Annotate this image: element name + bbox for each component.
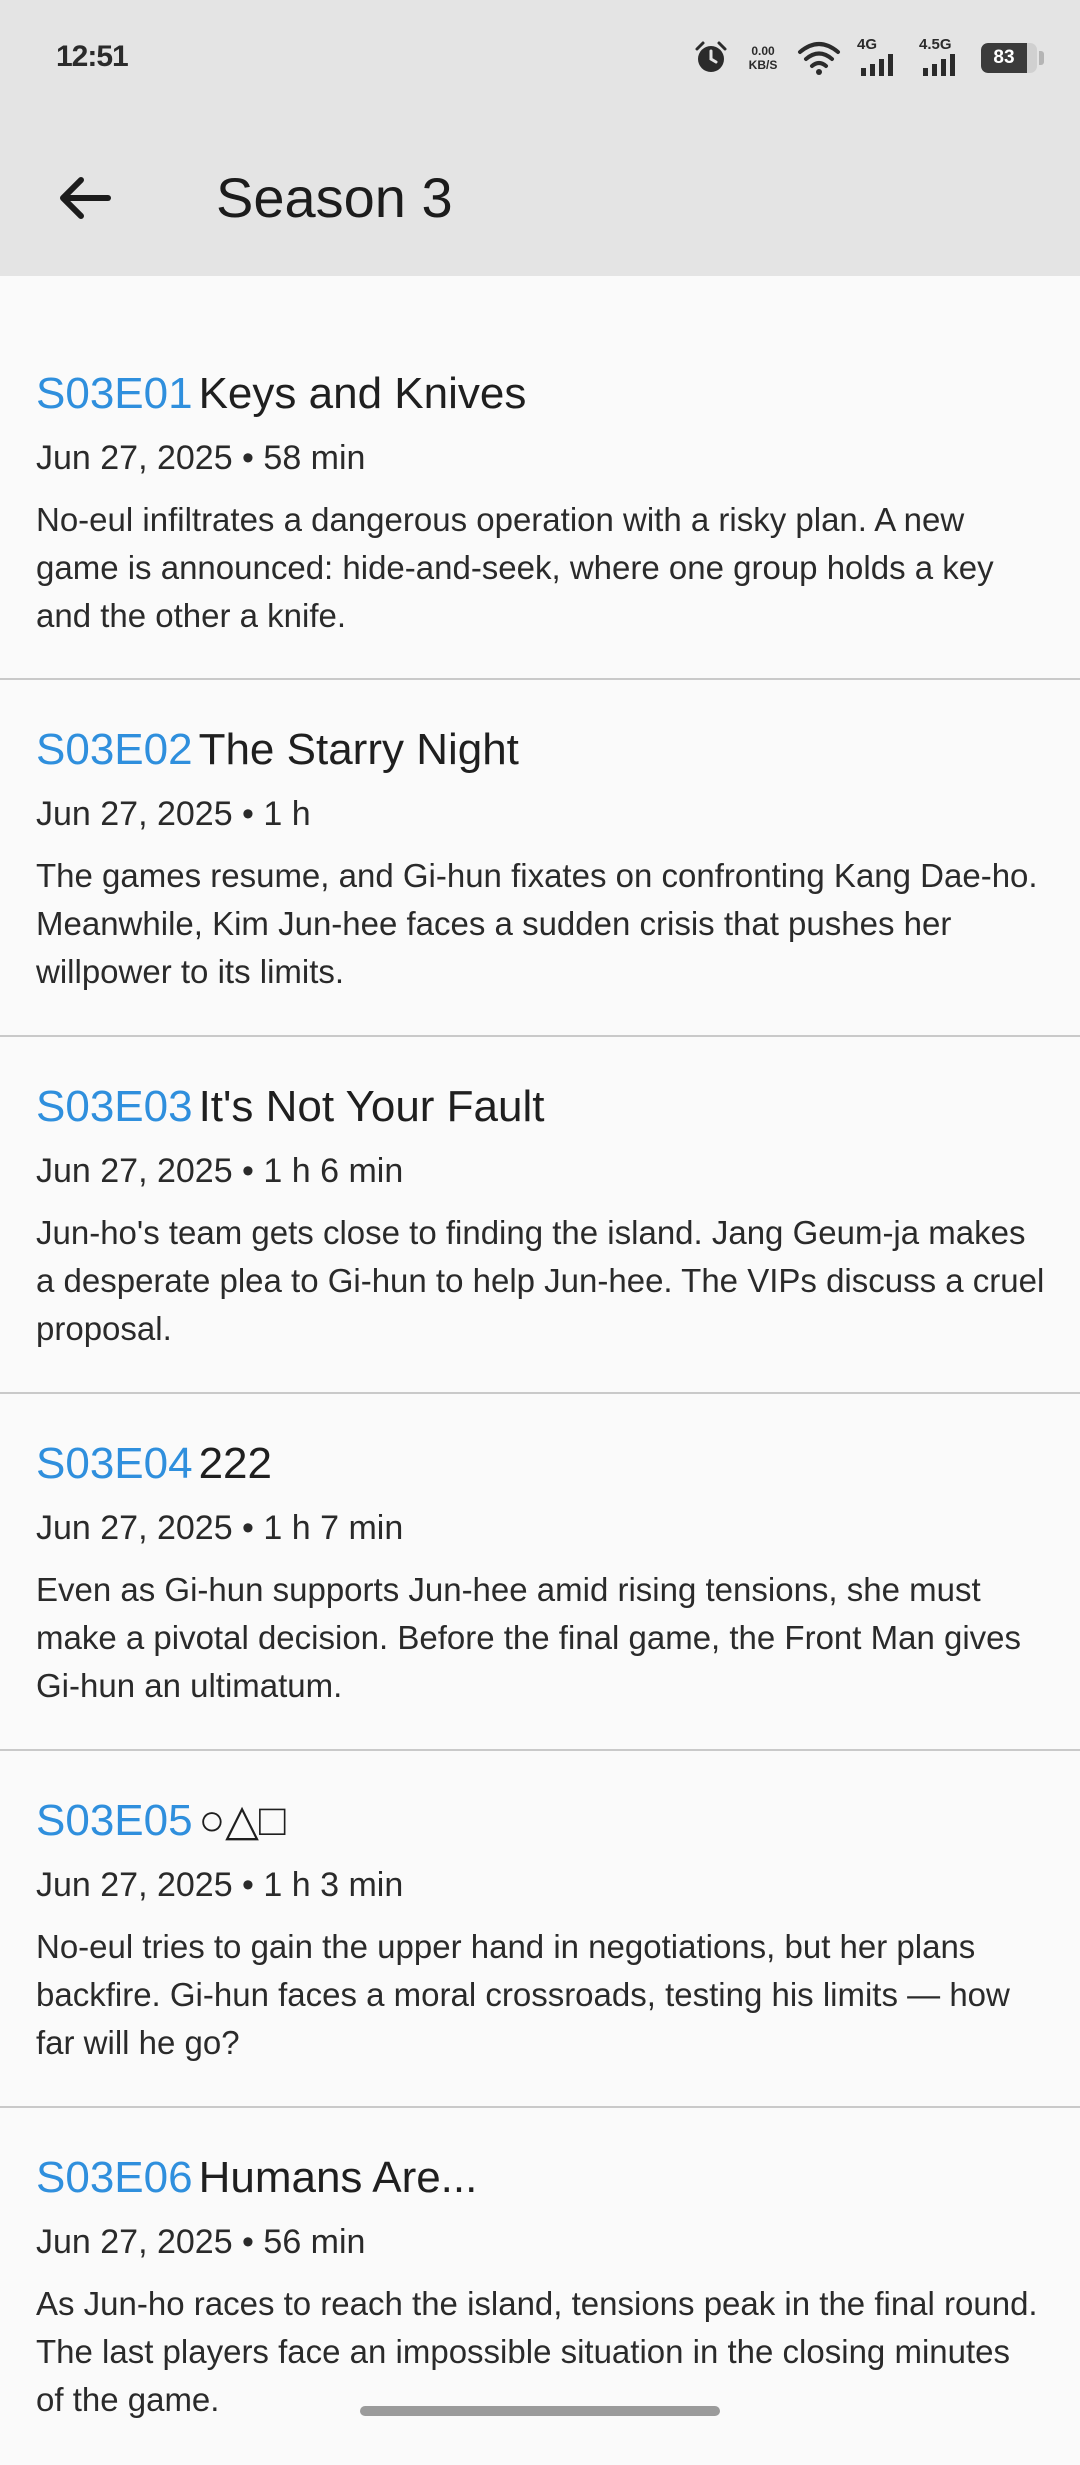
net-speed-value: 0.00 [751, 44, 775, 58]
episode-title: 222 [198, 1439, 272, 1488]
net-speed-unit: KB/S [748, 58, 778, 72]
episode-code: S03E01 [36, 369, 193, 418]
page-title: Season 3 [216, 166, 453, 229]
episode-description: Jun-ho's team gets close to finding the … [36, 1214, 1045, 1347]
episode-description: No-eul infiltrates a dangerous operation… [36, 501, 994, 634]
episode-title: The Starry Night [198, 725, 519, 774]
wifi-icon [797, 40, 841, 76]
episode-code: S03E06 [36, 2153, 193, 2202]
episode-title-row: S03E05 ○△□ [36, 1791, 1044, 1851]
status-bar: 12:51 0.00 KB/S 4G 4.5G 83 [0, 0, 1080, 120]
episode-item[interactable]: S03E03 It's Not Your Fault Jun 27, 2025 •… [0, 1037, 1080, 1394]
episode-item[interactable]: S03E04 222 Jun 27, 2025 • 1 h 7 min Even … [0, 1394, 1080, 1751]
episode-title-row: S03E01 Keys and Knives [36, 364, 1044, 424]
status-time: 12:51 [56, 40, 129, 73]
episode-meta: Jun 27, 2025 • 1 h 7 min [36, 1509, 404, 1547]
episode-title: Humans Are... [198, 2153, 478, 2202]
signal-sim1: 4G [857, 36, 903, 78]
status-icons: 0.00 KB/S 4G 4.5G 83 [693, 36, 1044, 80]
episode-description: As Jun-ho races to reach the island, ten… [36, 2285, 1038, 2418]
alarm-icon [693, 40, 729, 76]
episode-title-row: S03E03 It's Not Your Fault [36, 1077, 1044, 1137]
episode-code: S03E04 [36, 1439, 193, 1488]
episode-list: S03E01 Keys and Knives Jun 27, 2025 • 58 … [0, 324, 1080, 2465]
net-speed: 0.00 KB/S [745, 44, 781, 72]
episode-meta: Jun 27, 2025 • 1 h [36, 795, 311, 833]
signal-sim2: 4.5G [919, 36, 965, 78]
episode-title: ○△□ [198, 1796, 286, 1845]
signal-icon [861, 54, 893, 76]
battery-icon: 83 [981, 43, 1037, 73]
episode-title: It's Not Your Fault [198, 1082, 545, 1131]
episode-title: Keys and Knives [198, 369, 527, 418]
app-bar: Season 3 [0, 120, 1080, 276]
signal-icon [923, 54, 955, 76]
episode-description: Even as Gi-hun supports Jun-hee amid ris… [36, 1571, 1022, 1704]
back-button[interactable] [44, 162, 124, 234]
episode-title-row: S03E04 222 [36, 1434, 1044, 1494]
home-indicator[interactable] [360, 2406, 720, 2416]
episode-meta: Jun 27, 2025 • 1 h 6 min [36, 1152, 404, 1190]
episode-title-row: S03E06 Humans Are... [36, 2148, 1044, 2208]
arrow-back-icon [60, 177, 111, 219]
episode-code: S03E02 [36, 725, 193, 774]
episode-item[interactable]: S03E01 Keys and Knives Jun 27, 2025 • 58 … [0, 324, 1080, 680]
episode-title-row: S03E02 The Starry Night [36, 720, 1044, 780]
episode-description: No-eul tries to gain the upper hand in n… [36, 1928, 1010, 2061]
episode-meta: Jun 27, 2025 • 56 min [36, 2223, 366, 2261]
episode-item[interactable]: S03E02 The Starry Night Jun 27, 2025 • 1 … [0, 680, 1080, 1037]
battery-level: 83 [993, 47, 1015, 68]
episode-description: The games resume, and Gi-hun fixates on … [36, 857, 1038, 990]
episode-item[interactable]: S03E05 ○△□ Jun 27, 2025 • 1 h 3 min No-eu… [0, 1751, 1080, 2108]
episode-code: S03E03 [36, 1082, 193, 1131]
battery-tip [1039, 51, 1044, 65]
episode-meta: Jun 27, 2025 • 58 min [36, 439, 366, 477]
episode-meta: Jun 27, 2025 • 1 h 3 min [36, 1866, 404, 1904]
episode-code: S03E05 [36, 1796, 193, 1845]
